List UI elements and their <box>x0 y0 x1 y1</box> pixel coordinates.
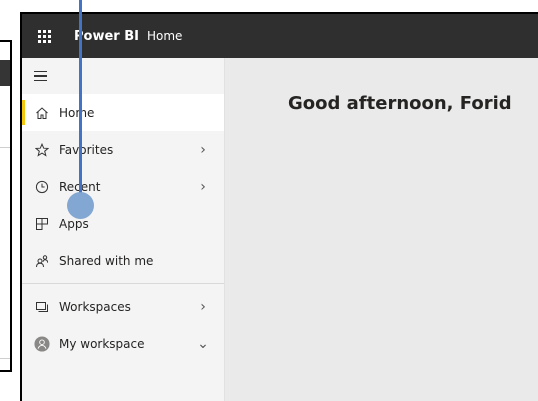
nav-item-apps[interactable]: Apps <box>22 205 224 242</box>
app-launcher-button[interactable] <box>22 14 66 58</box>
pointer-annotation-line <box>79 0 82 193</box>
avatar-icon <box>34 335 50 352</box>
navigation-pane: Home Favorites › Recent › Apps <box>22 58 225 401</box>
chevron-down-icon[interactable]: ⌄ <box>196 337 210 351</box>
home-icon <box>34 105 50 121</box>
nav-item-shared-with-me[interactable]: Shared with me <box>22 242 224 279</box>
background-window <box>0 40 12 372</box>
nav-item-favorites[interactable]: Favorites › <box>22 131 224 168</box>
nav-item-workspaces[interactable]: Workspaces › <box>22 288 224 325</box>
page-title: Good afternoon, Forid <box>288 93 512 114</box>
breadcrumb[interactable]: Home <box>147 29 182 43</box>
apps-icon <box>34 216 50 232</box>
background-titlebar <box>0 60 10 86</box>
workspaces-icon <box>34 299 50 315</box>
top-bar: Power BI Home <box>22 14 538 58</box>
nav-divider <box>22 283 224 284</box>
app-name[interactable]: Power BI <box>74 29 139 44</box>
nav-item-home[interactable]: Home <box>22 94 224 131</box>
power-bi-window: Power BI Home Home Favorites › Rece <box>20 12 538 401</box>
chevron-right-icon[interactable]: › <box>196 300 210 314</box>
shared-icon <box>34 253 50 269</box>
nav-item-recent[interactable]: Recent › <box>22 168 224 205</box>
clock-icon <box>34 179 50 195</box>
nav-item-my-workspace[interactable]: My workspace ⌄ <box>22 325 224 362</box>
star-icon <box>34 142 50 158</box>
nav-label: My workspace <box>59 336 145 351</box>
waffle-icon <box>37 29 51 43</box>
pointer-annotation-dot <box>67 192 94 219</box>
nav-label: Workspaces <box>59 299 131 314</box>
collapse-nav-button[interactable] <box>22 58 224 94</box>
hamburger-icon <box>34 70 47 82</box>
chevron-right-icon[interactable]: › <box>196 143 210 157</box>
nav-label: Home <box>59 105 95 120</box>
background-panel <box>0 147 10 359</box>
nav-label: Shared with me <box>59 253 154 268</box>
chevron-right-icon[interactable]: › <box>196 180 210 194</box>
